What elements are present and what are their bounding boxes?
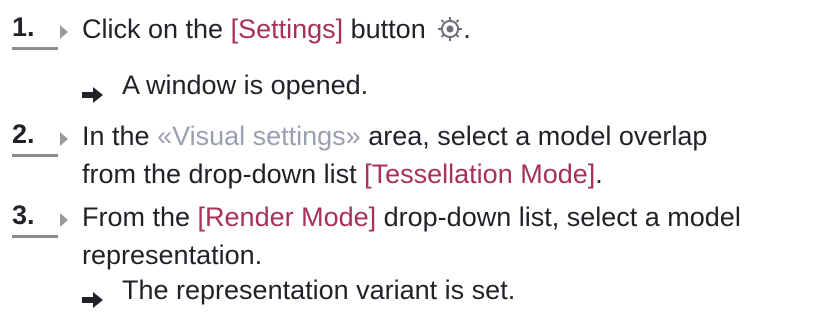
instruction-list: 1. Click on the [Settings] button . A wi… <box>0 0 821 315</box>
step-2-line1-before: In the <box>82 121 158 151</box>
tessellation-mode-keyword: [Tessellation Mode] <box>364 159 596 189</box>
gear-icon <box>437 14 463 41</box>
step-2-number: 2. <box>12 119 35 149</box>
result-arrow-icon <box>82 76 104 103</box>
step-2-text: In the «Visual settings» area, select a … <box>82 117 707 193</box>
step-3-line1-after: drop-down list, select a model <box>376 202 741 232</box>
step-underline <box>12 154 58 157</box>
step-1-number: 1. <box>12 12 35 42</box>
step-underline <box>12 235 58 238</box>
step-1-result-text: A window is opened. <box>122 70 369 100</box>
step-caret-icon <box>60 132 68 146</box>
step-2-line-1: In the «Visual settings» area, select a … <box>82 117 707 155</box>
step-underline <box>12 47 58 50</box>
step-1: 1. Click on the [Settings] button . <box>12 10 471 50</box>
step-1-text-after: button <box>343 14 426 44</box>
step-1-marker: 1. <box>12 10 82 50</box>
step-3-marker: 3. <box>12 198 82 238</box>
step-caret-icon <box>60 213 68 227</box>
step-3-result: The representation variant is set. <box>82 271 515 309</box>
step-1-period: . <box>463 14 471 44</box>
render-mode-keyword: [Render Mode] <box>197 202 377 232</box>
step-1-text: Click on the [Settings] button . <box>82 10 471 48</box>
step-2-line1-after: area, select a model overlap <box>360 121 708 151</box>
step-3: 3. From the [Render Mode] drop-down list… <box>12 198 741 274</box>
step-1-result: A window is opened. <box>82 66 368 104</box>
step-2-line-2: from the drop-down list [Tessellation Mo… <box>82 155 707 193</box>
step-3-text: From the [Render Mode] drop-down list, s… <box>82 198 741 274</box>
step-2-line2-before: from the drop-down list <box>82 159 365 189</box>
step-2-line2-after: . <box>595 159 603 189</box>
step-3-line-2: representation. <box>82 240 263 270</box>
step-2: 2. In the «Visual settings» area, select… <box>12 117 707 193</box>
visual-settings-area-label: «Visual settings» <box>157 121 361 151</box>
step-caret-icon <box>60 25 68 39</box>
result-arrow-icon <box>82 281 104 308</box>
step-3-result-text: The representation variant is set. <box>122 275 516 305</box>
step-3-line-1: From the [Render Mode] drop-down list, s… <box>82 198 741 236</box>
step-3-number: 3. <box>12 200 35 230</box>
step-2-marker: 2. <box>12 117 82 157</box>
step-1-text-before: Click on the <box>82 14 231 44</box>
settings-keyword: [Settings] <box>230 14 344 44</box>
step-3-line1-before: From the <box>82 202 198 232</box>
